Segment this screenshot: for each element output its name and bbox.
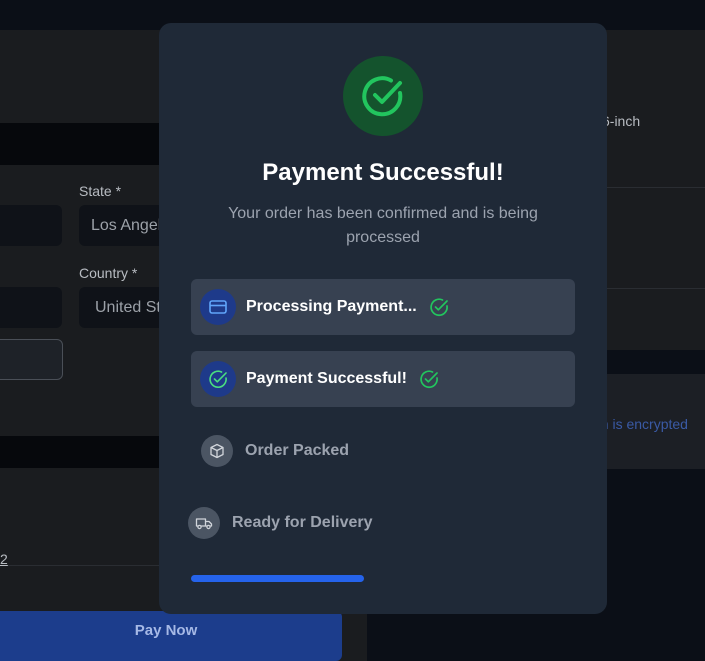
secondary-button[interactable] bbox=[0, 339, 63, 380]
step-label: Ready for Delivery bbox=[232, 514, 373, 531]
city-field[interactable] bbox=[0, 205, 62, 246]
truck-icon bbox=[188, 507, 220, 539]
pay-now-button[interactable]: Pay Now bbox=[0, 611, 342, 661]
success-check-icon bbox=[343, 56, 423, 136]
zip-field[interactable] bbox=[0, 287, 62, 328]
step-label: Order Packed bbox=[245, 442, 350, 459]
modal-subtitle: Your order has been confirmed and is bei… bbox=[228, 205, 538, 246]
country-label: Country * bbox=[79, 265, 138, 281]
modal-title: Payment Successful! bbox=[262, 159, 504, 186]
background-link[interactable]: 2 bbox=[0, 551, 8, 567]
step-label: Payment Successful! bbox=[246, 370, 407, 387]
step-label: Processing Payment... bbox=[246, 298, 417, 315]
state-label: State * bbox=[79, 183, 122, 199]
step-order-packed: Order Packed bbox=[201, 435, 349, 467]
order-summary-panel bbox=[600, 30, 705, 350]
check-circle-icon bbox=[200, 361, 236, 397]
credit-card-icon bbox=[200, 289, 236, 325]
payment-success-modal: Payment Successful! Your order has been … bbox=[159, 23, 607, 614]
step-payment-successful: Payment Successful! bbox=[191, 351, 575, 407]
divider bbox=[600, 288, 705, 289]
package-icon bbox=[201, 435, 233, 467]
step-processing-payment: Processing Payment... bbox=[191, 279, 575, 335]
check-circle-icon bbox=[419, 369, 439, 389]
step-ready-for-delivery: Ready for Delivery bbox=[188, 507, 373, 539]
order-progress-bar bbox=[191, 575, 575, 582]
security-notice-text: on is encrypted bbox=[593, 416, 688, 432]
progress-fill bbox=[191, 575, 364, 582]
divider bbox=[600, 187, 705, 188]
check-circle-icon bbox=[429, 297, 449, 317]
product-name: 6-inch bbox=[602, 113, 641, 129]
